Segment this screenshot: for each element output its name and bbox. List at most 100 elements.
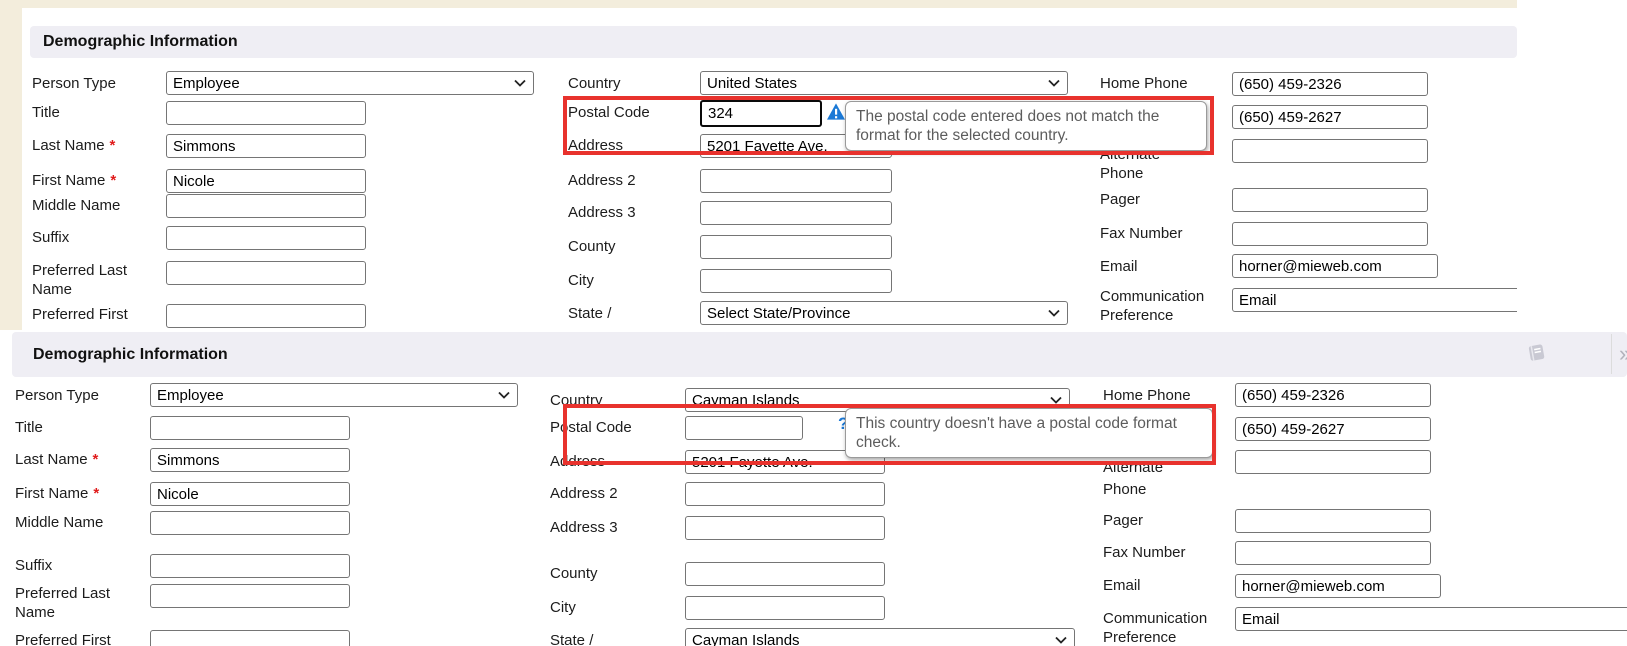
address2-label: Address 2 bbox=[568, 173, 636, 189]
address3-input[interactable] bbox=[685, 516, 885, 540]
city-label: City bbox=[568, 273, 594, 289]
section-title: Demographic Information bbox=[33, 346, 228, 364]
communication-preference-label: Communication bbox=[1103, 611, 1207, 627]
pager-input[interactable] bbox=[1232, 188, 1428, 212]
person-type-label: Person Type bbox=[32, 76, 116, 92]
email-input[interactable] bbox=[1235, 574, 1441, 598]
address-book-icon[interactable] bbox=[1526, 342, 1548, 363]
country-value: United States bbox=[707, 75, 797, 92]
postal-code-label: Postal Code bbox=[568, 105, 650, 121]
alternate-phone-label-line2: Phone bbox=[1103, 482, 1146, 498]
state-select[interactable]: Select State/Province bbox=[700, 301, 1068, 325]
alternate-phone-input[interactable] bbox=[1235, 450, 1431, 474]
fax-number-label: Fax Number bbox=[1103, 545, 1186, 561]
suffix-input[interactable] bbox=[150, 554, 350, 578]
fax-number-input[interactable] bbox=[1235, 541, 1431, 565]
communication-preference-select[interactable]: Email bbox=[1235, 607, 1627, 631]
pager-label: Pager bbox=[1100, 192, 1140, 208]
middle-name-input[interactable] bbox=[166, 194, 366, 218]
chevron-double-right-icon[interactable]: » bbox=[1619, 343, 1627, 365]
chevron-down-icon bbox=[514, 79, 526, 87]
fax-number-input[interactable] bbox=[1232, 222, 1428, 246]
preferred-last-name-input[interactable] bbox=[150, 584, 350, 608]
email-input[interactable] bbox=[1232, 254, 1438, 278]
email-label: Email bbox=[1103, 578, 1141, 594]
postal-code-tooltip: The postal code entered does not match t… bbox=[845, 101, 1207, 151]
county-label: County bbox=[550, 566, 598, 582]
state-label: State / bbox=[550, 633, 593, 646]
chevron-down-icon bbox=[1055, 636, 1067, 644]
state-value: Cayman Islands bbox=[692, 632, 800, 646]
middle-name-input[interactable] bbox=[150, 511, 350, 535]
pager-input[interactable] bbox=[1235, 509, 1431, 533]
pager-label: Pager bbox=[1103, 513, 1143, 529]
alternate-phone-input[interactable] bbox=[1232, 139, 1428, 163]
chevron-down-icon bbox=[498, 391, 510, 399]
person-type-select[interactable]: Employee bbox=[166, 71, 534, 95]
section-title: Demographic Information bbox=[43, 33, 238, 51]
middle-name-label: Middle Name bbox=[15, 515, 103, 531]
warning-triangle-icon bbox=[827, 103, 845, 120]
first-name-input[interactable] bbox=[150, 482, 350, 506]
communication-preference-value: Email bbox=[1242, 611, 1280, 628]
person-type-value: Employee bbox=[173, 75, 240, 92]
city-input[interactable] bbox=[685, 596, 885, 620]
preferred-first-name-label: Preferred First bbox=[15, 633, 111, 646]
suffix-label: Suffix bbox=[32, 230, 69, 246]
preferred-last-name-label-line2: Name bbox=[32, 282, 72, 298]
preferred-last-name-input[interactable] bbox=[166, 261, 366, 285]
home-phone-input[interactable] bbox=[1235, 383, 1431, 407]
county-input[interactable] bbox=[685, 562, 885, 586]
postal-code-input[interactable] bbox=[685, 416, 803, 440]
title-label: Title bbox=[32, 105, 60, 121]
address-label: Address bbox=[568, 138, 623, 154]
postal-code-label: Postal Code bbox=[550, 420, 632, 436]
country-select[interactable]: United States bbox=[700, 71, 1068, 95]
communication-preference-label-line2: Preference bbox=[1100, 308, 1173, 324]
preferred-first-name-input[interactable] bbox=[166, 304, 366, 328]
work-phone-input[interactable] bbox=[1232, 105, 1428, 129]
required-asterisk: * bbox=[110, 172, 116, 189]
suffix-input[interactable] bbox=[166, 226, 366, 250]
suffix-label: Suffix bbox=[15, 558, 52, 574]
city-label: City bbox=[550, 600, 576, 616]
preferred-last-name-label: Preferred Last bbox=[15, 586, 110, 602]
work-phone-input[interactable] bbox=[1235, 417, 1431, 441]
city-input[interactable] bbox=[700, 269, 892, 293]
chevron-down-icon bbox=[1050, 396, 1062, 404]
preferred-last-name-label-line2: Name bbox=[15, 605, 55, 621]
country-label: Country bbox=[568, 76, 621, 92]
county-input[interactable] bbox=[700, 235, 892, 259]
address3-input[interactable] bbox=[700, 201, 892, 225]
address2-input[interactable] bbox=[685, 482, 885, 506]
first-name-label: First Name* bbox=[15, 486, 99, 502]
first-name-label: First Name* bbox=[32, 173, 116, 189]
last-name-input[interactable] bbox=[166, 134, 366, 158]
country-label: Country bbox=[550, 393, 603, 409]
first-name-input[interactable] bbox=[166, 169, 366, 193]
title-input[interactable] bbox=[150, 416, 350, 440]
address2-label: Address 2 bbox=[550, 486, 618, 502]
demographic-section-2: Demographic Information » Person Type Em… bbox=[0, 330, 1627, 646]
title-label: Title bbox=[15, 420, 43, 436]
postal-code-input[interactable] bbox=[700, 100, 822, 127]
alternate-phone-label-line2: Phone bbox=[1100, 166, 1143, 182]
last-name-input[interactable] bbox=[150, 448, 350, 472]
address2-input[interactable] bbox=[700, 169, 892, 193]
state-label: State / bbox=[568, 306, 611, 322]
state-value: Select State/Province bbox=[707, 305, 850, 322]
state-select[interactable]: Cayman Islands bbox=[685, 628, 1075, 646]
communication-preference-label-line2: Preference bbox=[1103, 630, 1176, 646]
home-phone-input[interactable] bbox=[1232, 72, 1428, 96]
communication-preference-value: Email bbox=[1239, 292, 1277, 309]
preferred-first-name-input[interactable] bbox=[150, 630, 350, 646]
middle-name-label: Middle Name bbox=[32, 198, 120, 214]
home-phone-label: Home Phone bbox=[1103, 388, 1191, 404]
title-input[interactable] bbox=[166, 101, 366, 125]
home-phone-label: Home Phone bbox=[1100, 76, 1188, 92]
preferred-first-name-label: Preferred First bbox=[32, 307, 128, 323]
preferred-last-name-label: Preferred Last bbox=[32, 263, 127, 279]
postal-code-tooltip: This country doesn't have a postal code … bbox=[845, 408, 1213, 458]
person-type-select[interactable]: Employee bbox=[150, 383, 518, 407]
communication-preference-select[interactable]: Email bbox=[1232, 288, 1517, 312]
